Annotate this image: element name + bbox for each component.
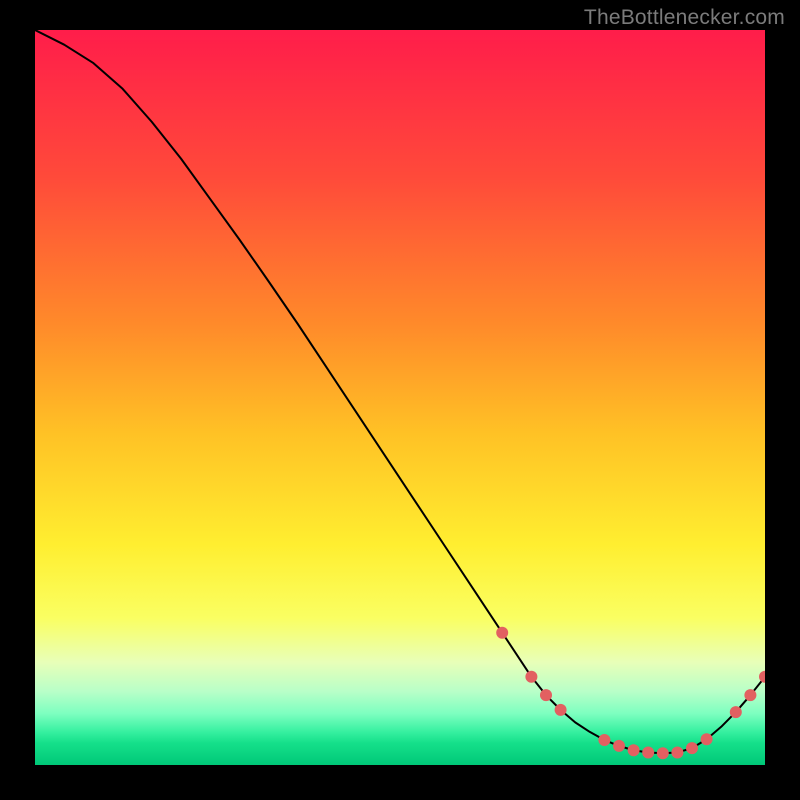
- chart-svg: [35, 30, 765, 765]
- data-marker: [496, 627, 508, 639]
- chart-stage: TheBottlenecker.com: [0, 0, 800, 800]
- data-marker: [730, 706, 742, 718]
- data-marker: [744, 689, 756, 701]
- data-marker: [555, 704, 567, 716]
- data-marker: [628, 744, 640, 756]
- watermark-text: TheBottlenecker.com: [584, 6, 785, 30]
- data-marker: [613, 740, 625, 752]
- gradient-background: [35, 30, 765, 765]
- chart-plot-area: [35, 30, 765, 765]
- data-marker: [701, 733, 713, 745]
- data-marker: [686, 742, 698, 754]
- data-marker: [671, 747, 683, 759]
- data-marker: [657, 747, 669, 759]
- data-marker: [525, 671, 537, 683]
- data-marker: [598, 734, 610, 746]
- data-marker: [642, 747, 654, 759]
- data-marker: [540, 689, 552, 701]
